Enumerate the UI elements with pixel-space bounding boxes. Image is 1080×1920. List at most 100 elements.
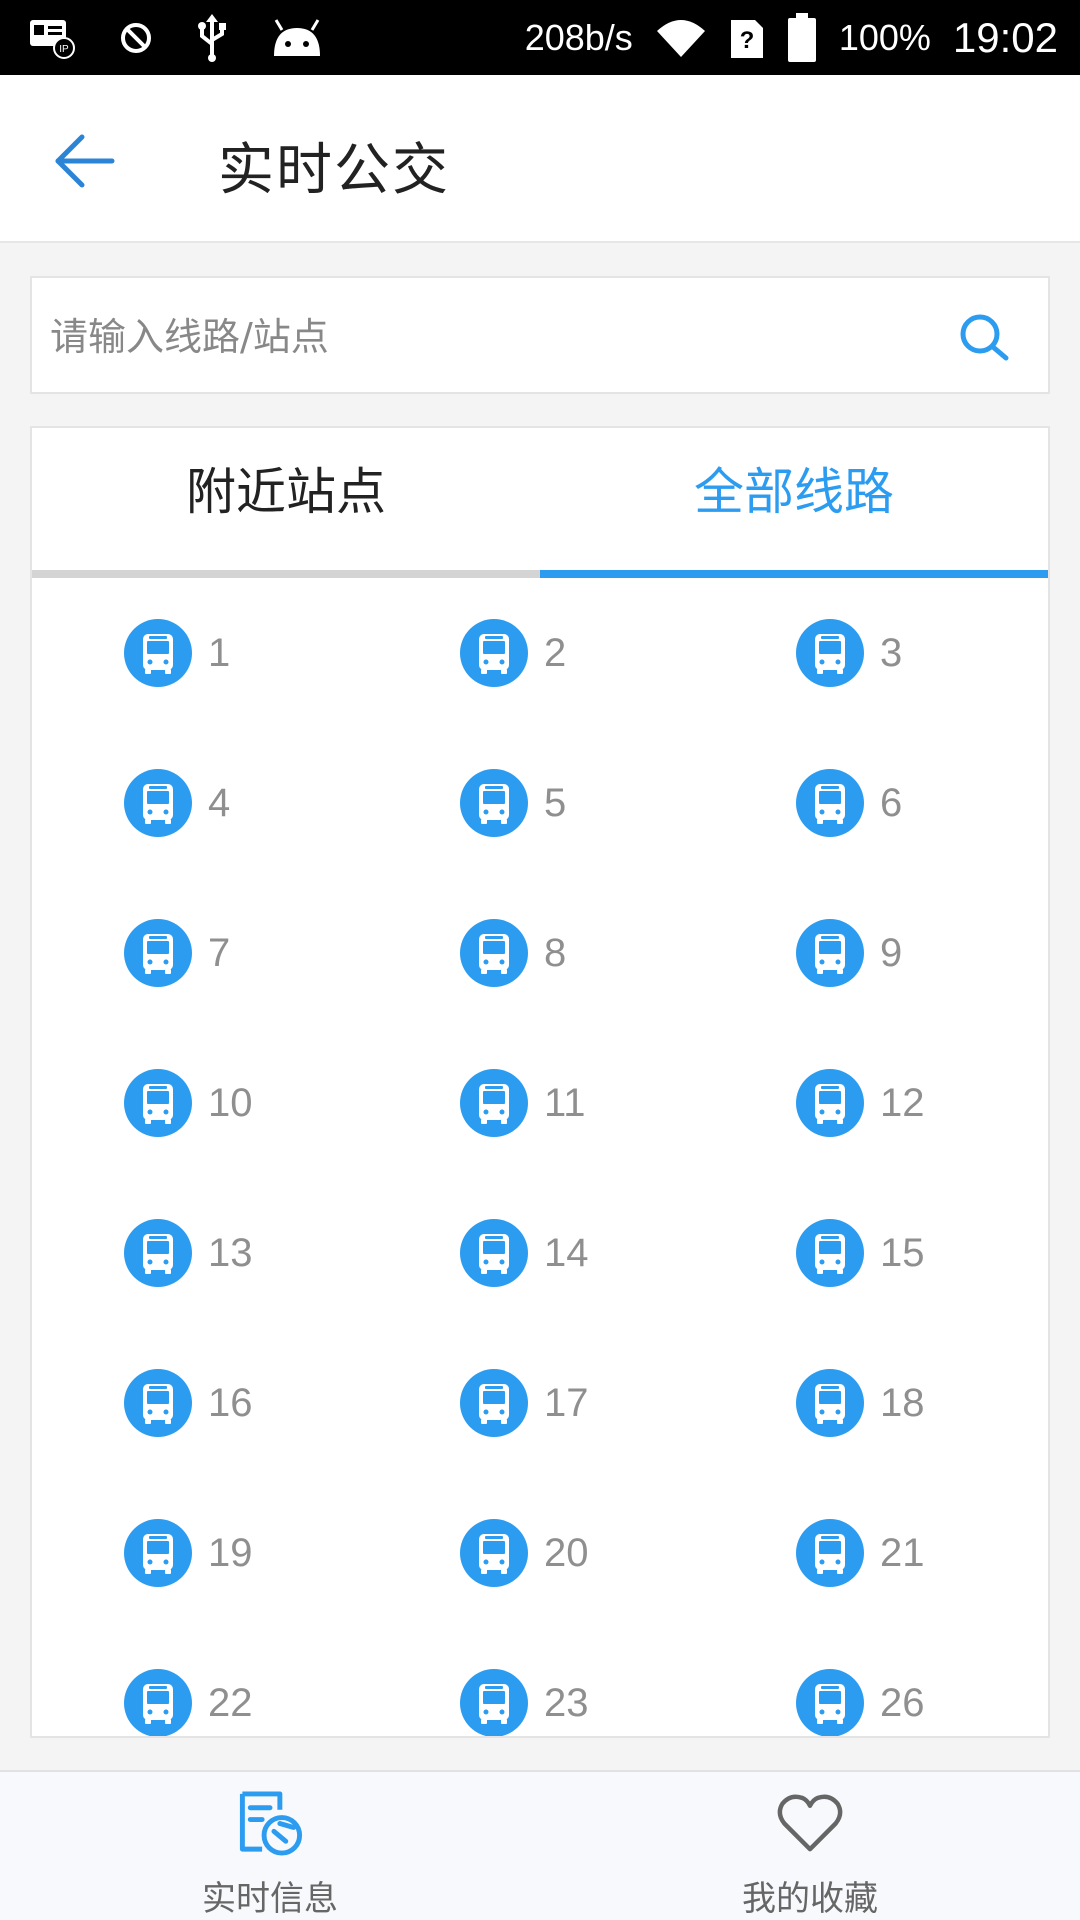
- route-number: 12: [880, 1080, 925, 1125]
- route-number: 17: [544, 1380, 589, 1425]
- bus-icon: [460, 1069, 528, 1137]
- svg-text:IP: IP: [59, 44, 69, 55]
- route-number: 9: [880, 930, 903, 975]
- bus-icon: [124, 1219, 192, 1287]
- route-number: 10: [208, 1080, 253, 1125]
- bus-icon: [460, 1669, 528, 1736]
- nav-realtime-info[interactable]: 实时信息: [0, 1772, 540, 1920]
- heart-icon: [777, 1794, 843, 1852]
- route-item[interactable]: 8: [368, 878, 704, 1028]
- route-number: 26: [880, 1680, 925, 1725]
- bus-icon: [124, 619, 192, 687]
- route-number: 11: [544, 1080, 586, 1125]
- route-item[interactable]: 23: [368, 1628, 704, 1736]
- bus-icon: [460, 619, 528, 687]
- tab-indicator-active: [540, 570, 1048, 578]
- route-number: 21: [880, 1530, 925, 1575]
- battery-percent: 100%: [838, 16, 931, 58]
- route-number: 23: [544, 1680, 589, 1725]
- route-item[interactable]: 7: [32, 878, 368, 1028]
- route-item[interactable]: 18: [704, 1328, 1048, 1478]
- status-bar: IP 208b/s ? 100% 19:02: [0, 0, 1080, 75]
- bus-icon: [796, 619, 864, 687]
- app-header: 实时公交: [0, 75, 1080, 243]
- route-number: 13: [208, 1230, 253, 1275]
- battery-icon: [787, 12, 816, 62]
- bus-icon: [124, 1069, 192, 1137]
- tab-nearby-stops[interactable]: 附近站点: [32, 428, 540, 578]
- route-item[interactable]: 3: [704, 578, 1048, 728]
- bus-icon: [460, 1369, 528, 1437]
- route-number: 3: [880, 630, 903, 675]
- bus-icon: [124, 1369, 192, 1437]
- route-item[interactable]: 26: [704, 1628, 1048, 1736]
- route-item[interactable]: 13: [32, 1178, 368, 1328]
- nav-realtime-info-label: 实时信息: [202, 1879, 338, 1919]
- bus-icon: [796, 1069, 864, 1137]
- bus-icon: [796, 1669, 864, 1736]
- route-number: 1: [208, 630, 231, 675]
- route-number: 14: [544, 1230, 589, 1275]
- nav-favorites[interactable]: 我的收藏: [540, 1772, 1080, 1920]
- android-icon: [274, 19, 320, 56]
- wifi-icon: [656, 19, 705, 57]
- route-item[interactable]: 11: [368, 1028, 704, 1178]
- search-box: [30, 276, 1050, 394]
- route-item[interactable]: 10: [32, 1028, 368, 1178]
- route-number: 22: [208, 1680, 253, 1725]
- route-item[interactable]: 15: [704, 1178, 1048, 1328]
- svg-text:?: ?: [739, 27, 754, 54]
- route-item[interactable]: 12: [704, 1028, 1048, 1178]
- route-item[interactable]: 4: [32, 728, 368, 878]
- route-number: 20: [544, 1530, 589, 1575]
- route-number: 4: [208, 780, 231, 825]
- route-item[interactable]: 16: [32, 1328, 368, 1478]
- route-item[interactable]: 20: [368, 1478, 704, 1628]
- bus-icon: [796, 919, 864, 987]
- route-grid: 1 2 3 4 5 6 7 8 9 10 11 12 13 14 15 16 17 18 19 20 21 22 23 26: [32, 578, 1048, 1736]
- route-item[interactable]: 14: [368, 1178, 704, 1328]
- back-arrow-icon[interactable]: [52, 129, 116, 193]
- nav-favorites-label: 我的收藏: [742, 1879, 878, 1919]
- bus-icon: [796, 1369, 864, 1437]
- tab-all-routes[interactable]: 全部线路: [540, 428, 1048, 578]
- route-item[interactable]: 9: [704, 878, 1048, 1028]
- route-number: 5: [544, 780, 567, 825]
- route-number: 18: [880, 1380, 925, 1425]
- bus-icon: [124, 769, 192, 837]
- bus-icon: [124, 1669, 192, 1736]
- bus-icon: [460, 919, 528, 987]
- route-number: 6: [880, 780, 903, 825]
- bus-icon: [796, 1519, 864, 1587]
- search-input[interactable]: [50, 302, 930, 372]
- route-number: 8: [544, 930, 567, 975]
- route-item[interactable]: 1: [32, 578, 368, 728]
- bus-icon: [460, 1219, 528, 1287]
- bus-icon: [796, 769, 864, 837]
- search-icon[interactable]: [958, 312, 1010, 364]
- route-item[interactable]: 19: [32, 1478, 368, 1628]
- network-speed: 208b/s: [524, 16, 633, 58]
- route-number: 15: [880, 1230, 925, 1275]
- do-not-disturb-icon: [121, 23, 151, 53]
- sim-unknown-icon: ?: [730, 19, 763, 58]
- realtime-info-icon: [239, 1791, 303, 1856]
- route-item[interactable]: 21: [704, 1478, 1048, 1628]
- bus-icon: [124, 1519, 192, 1587]
- bus-icon: [460, 769, 528, 837]
- app-screen: IP 208b/s ? 100% 19:02 实时公交 请输入线路/站点 附近站…: [0, 0, 1080, 1920]
- bottom-nav: 实时信息 我的收藏: [0, 1770, 1080, 1920]
- route-number: 16: [208, 1380, 253, 1425]
- route-item[interactable]: 6: [704, 728, 1048, 878]
- route-item[interactable]: 2: [368, 578, 704, 728]
- page-title: 实时公交: [218, 138, 450, 203]
- route-item[interactable]: 5: [368, 728, 704, 878]
- bus-icon: [460, 1519, 528, 1587]
- route-number: 7: [208, 930, 231, 975]
- route-number: 19: [208, 1530, 253, 1575]
- tab-bar: 附近站点 全部线路: [32, 428, 1048, 578]
- route-item[interactable]: 17: [368, 1328, 704, 1478]
- bus-icon: [124, 919, 192, 987]
- route-item[interactable]: 22: [32, 1628, 368, 1736]
- tab-indicator-track: [32, 570, 540, 578]
